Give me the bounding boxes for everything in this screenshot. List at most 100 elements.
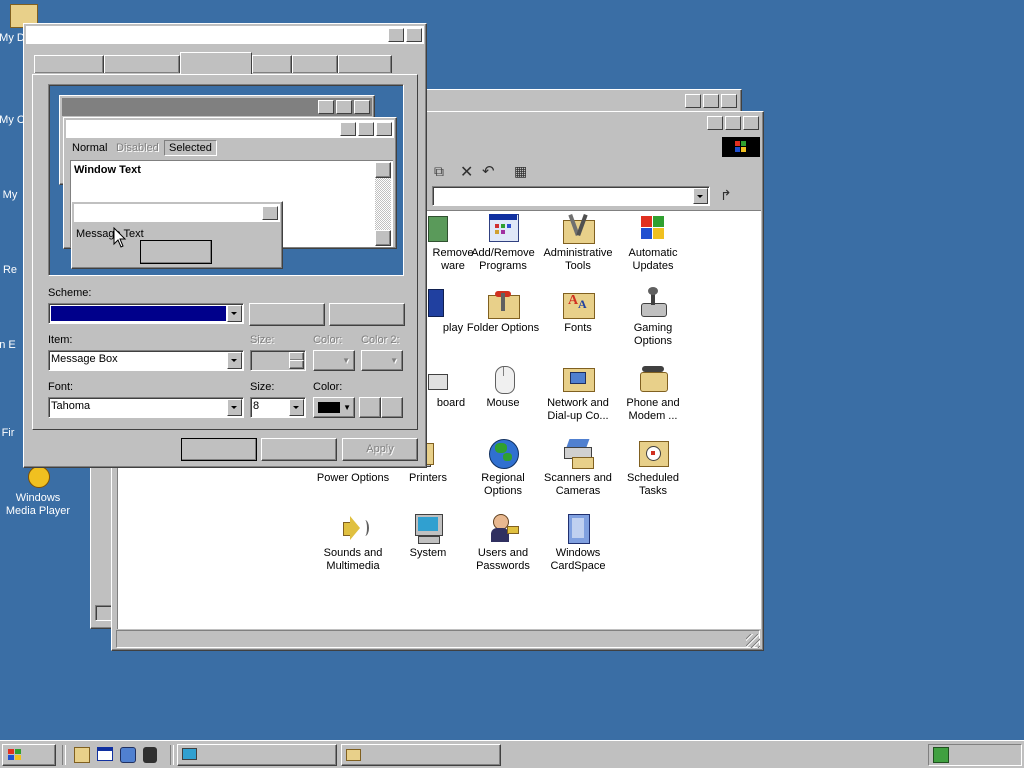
cp-item-windows-cardspace[interactable]: Windows CardSpace [540,512,616,573]
cp-item-regional-options[interactable]: Regional Options [465,437,541,498]
maximize-button[interactable] [725,116,741,130]
dialog-titlebar[interactable] [26,26,424,44]
resize-grip-icon[interactable] [746,634,760,648]
show-desktop-icon[interactable] [97,747,113,761]
cp-item-network[interactable]: Network and Dial-up Co... [540,362,616,423]
apply-button[interactable]: Apply [342,438,418,461]
cp-item-folder-options[interactable]: Folder Options [465,287,541,335]
tab-settings[interactable] [338,55,392,73]
cp-item-label: System [409,547,447,559]
font-size-dropdown[interactable]: 8 [250,397,306,418]
minimize-button[interactable] [685,94,701,108]
desktop-icon-label: My [2,189,18,201]
preview-menu-disabled: Disabled [116,142,159,154]
network-tray-icon[interactable] [933,747,949,763]
ie-quick-launch-icon[interactable] [74,747,90,763]
font-dropdown[interactable]: Tahoma [48,397,244,418]
cp-item-gaming-options[interactable]: Gaming Options [615,287,691,348]
cp-item-label: Administrative Tools [543,247,613,272]
appearance-preview: Normal Disabled Selected Window Text Mes… [48,84,404,276]
preview-inactive-titlebar [62,98,372,116]
scheme-dropdown-button[interactable] [227,305,242,322]
outlook-quick-launch-icon[interactable] [120,747,136,763]
close-button[interactable] [406,28,422,42]
cp-item-scanners-cameras[interactable]: Scanners and Cameras [540,437,616,498]
close-button[interactable] [743,116,759,130]
cp-item-label: Users and Passwords [476,547,530,572]
font-dropdown-button[interactable] [227,399,242,416]
cancel-button[interactable] [261,438,337,461]
cp-item-add-remove-programs[interactable]: Add/Remove Programs [465,212,541,273]
maximize-button[interactable] [703,94,719,108]
cp-item-label: Scanners and Cameras [544,472,612,497]
help-button[interactable] [388,28,404,42]
cp-item-scheduled-tasks[interactable]: Scheduled Tasks [615,437,691,498]
item-dropdown[interactable]: Message Box [48,350,244,371]
scheme-dropdown[interactable] [48,303,244,324]
add-remove-programs-icon [487,212,519,244]
tab-appearance[interactable] [180,52,252,74]
cp-item-administrative-tools[interactable]: Administrative Tools [540,212,616,273]
font-color-button[interactable]: ▼ [313,397,355,418]
windows-logo-icon [8,749,22,761]
undo-icon[interactable]: ↶ [482,162,495,180]
dropdown-arrow-icon: ▼ [343,403,351,412]
go-icon[interactable]: ↱ [720,187,732,204]
font-value: Tahoma [51,400,91,412]
desktop-icon-label: My D [0,32,25,44]
taskbar-button-display-properties[interactable] [341,744,501,766]
cp-item-sounds-multimedia[interactable]: Sounds and Multimedia [315,512,391,573]
close-button[interactable] [721,94,737,108]
start-button[interactable] [2,744,56,766]
dropdown-arrow-icon: ▼ [390,356,398,365]
font-bold-button[interactable] [359,397,381,418]
automatic-updates-icon [637,212,669,244]
tab-background[interactable] [34,55,104,73]
media-quick-launch-icon[interactable] [143,747,157,763]
font-size-dropdown-button[interactable] [289,399,304,416]
gaming-options-icon [637,287,669,319]
cp-item-label: Mouse [486,397,520,409]
address-dropdown-button[interactable] [693,188,708,204]
desktop-icon-windows-media-player[interactable]: Windows Media Player [0,466,76,518]
system-tray [928,744,1022,766]
cp-item-phone-modem[interactable]: Phone and Modem ... [615,362,691,423]
taskbar-button-control-panel[interactable] [177,744,337,766]
cp-item-automatic-updates[interactable]: Automatic Updates [615,212,691,273]
address-input[interactable] [432,186,710,206]
item-label: Item: [48,334,73,346]
item-value: Message Box [51,353,118,365]
ok-button[interactable] [181,438,257,461]
desktop-icon-label: In E [0,339,16,351]
cp-item-system[interactable]: System [390,512,466,560]
preview-menu-selected: Selected [164,140,217,156]
status-bar [116,630,760,648]
dropdown-arrow-icon: ▼ [342,356,350,365]
delete-icon[interactable]: ✕ [460,162,473,182]
tab-effects[interactable] [292,55,338,73]
add-remove-software-icon [428,212,448,244]
save-as-button[interactable] [249,303,325,326]
cp-item-label: Network and Dial-up Co... [547,397,609,422]
scheduled-tasks-icon [637,437,669,469]
cp-item-label: Folder Options [466,322,540,334]
mouse-cursor-icon [113,227,127,248]
item-dropdown-button[interactable] [227,352,242,369]
views-icon[interactable]: ▦ [514,163,527,180]
move-to-icon[interactable]: ⧉ [434,163,444,180]
cp-item-label: Regional Options [481,472,525,497]
cp-item-mouse[interactable]: Mouse [465,362,541,410]
minimize-button[interactable] [707,116,723,130]
item-color-button: ▼ [313,350,355,371]
cp-item-fonts[interactable]: A A Fonts [540,287,616,335]
tab-screen-saver[interactable] [104,55,180,73]
font-italic-button[interactable] [381,397,403,418]
cp-item-users-passwords[interactable]: Users and Passwords [465,512,541,573]
display-properties-dialog[interactable]: Normal Disabled Selected Window Text Mes… [23,23,427,468]
tab-web[interactable] [252,55,292,73]
sounds-icon [337,512,369,544]
phone-modem-icon [637,362,669,394]
computer-icon [182,748,197,760]
cp-item-label: Windows CardSpace [550,547,606,572]
delete-scheme-button[interactable] [329,303,405,326]
